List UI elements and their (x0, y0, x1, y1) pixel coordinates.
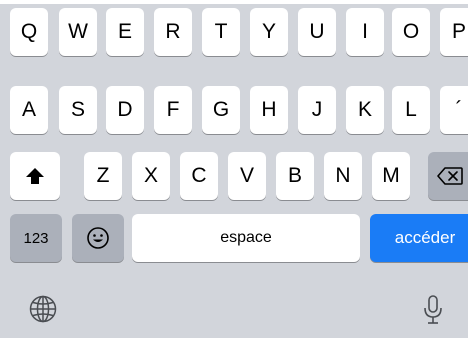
key-y[interactable]: Y (250, 8, 288, 56)
key-l[interactable]: L (392, 86, 430, 134)
key-m[interactable]: M (372, 152, 410, 200)
microphone-icon[interactable] (418, 292, 448, 328)
keyboard-row-4: 123 espace accéder (0, 214, 468, 262)
key-v[interactable]: V (228, 152, 266, 200)
key-c[interactable]: C (180, 152, 218, 200)
key-i[interactable]: I (346, 8, 384, 56)
keyboard-row-1: Q W E R T Y U I O P (0, 8, 468, 56)
emoji-key[interactable] (72, 214, 124, 262)
key-n[interactable]: N (324, 152, 362, 200)
key-u[interactable]: U (298, 8, 336, 56)
key-q[interactable]: Q (10, 8, 48, 56)
key-x[interactable]: X (132, 152, 170, 200)
space-bar[interactable]: espace (132, 214, 360, 262)
key-t[interactable]: T (202, 8, 240, 56)
key-acute-accent[interactable]: ´ (440, 86, 468, 134)
key-b[interactable]: B (276, 152, 314, 200)
key-p[interactable]: P (440, 8, 468, 56)
key-s[interactable]: S (59, 86, 97, 134)
key-a[interactable]: A (10, 86, 48, 134)
backspace-icon (437, 167, 463, 185)
key-d[interactable]: D (106, 86, 144, 134)
key-f[interactable]: F (154, 86, 192, 134)
key-e[interactable]: E (106, 8, 144, 56)
key-g[interactable]: G (202, 86, 240, 134)
key-j[interactable]: J (298, 86, 336, 134)
key-z[interactable]: Z (84, 152, 122, 200)
go-key[interactable]: accéder (370, 214, 468, 262)
key-k[interactable]: K (346, 86, 384, 134)
key-o[interactable]: O (392, 8, 430, 56)
delete-key[interactable] (428, 152, 468, 200)
keyboard-row-3: Z X C V B N M (0, 152, 468, 200)
emoji-face-icon (86, 226, 110, 250)
numbers-key[interactable]: 123 (10, 214, 62, 262)
globe-icon[interactable] (26, 292, 60, 326)
keyboard-row-2: A S D F G H J K L ´ (0, 86, 468, 134)
key-r[interactable]: R (154, 8, 192, 56)
key-w[interactable]: W (59, 8, 97, 56)
shift-key[interactable] (10, 152, 60, 200)
ios-keyboard: Q W E R T Y U I O P A S D F G H J K L ´ … (0, 4, 468, 338)
key-h[interactable]: H (250, 86, 288, 134)
shift-arrow-icon (25, 167, 45, 185)
